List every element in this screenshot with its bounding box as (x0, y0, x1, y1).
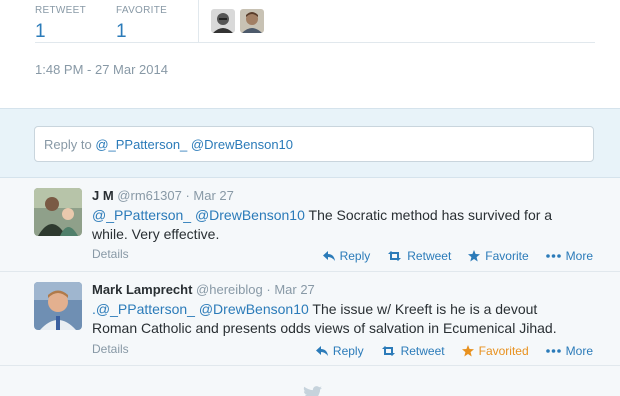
retweet-button[interactable]: Retweet (387, 249, 451, 263)
tweet-fullname[interactable]: Mark Lamprecht (92, 282, 192, 297)
retweet-button[interactable]: Retweet (381, 344, 445, 358)
reply-input[interactable]: Reply to @_PPatterson_ @DrewBenson10 (34, 126, 594, 162)
avatar[interactable] (211, 9, 235, 33)
reply-mention: @DrewBenson10 (190, 137, 294, 152)
reply-mention: @_PPatterson_ (95, 137, 188, 152)
retweet-label: Retweet (400, 344, 445, 358)
engager-avatars (211, 9, 264, 33)
favorite-label: Favorited (478, 344, 529, 358)
tweet-time[interactable]: Mar 27 (193, 188, 233, 203)
more-label: More (565, 344, 593, 358)
reply-tweet[interactable]: J M @rm61307 · Mar 27 @_PPatterson_ @Dre… (0, 178, 620, 272)
favorite-label: Favorite (485, 249, 529, 263)
tweet-mention[interactable]: @_PPatterson_ (96, 301, 195, 317)
tweet-fullname[interactable]: J M (92, 188, 114, 203)
tweet-handle[interactable]: @hereiblog (196, 282, 263, 297)
star-icon (468, 250, 481, 262)
tweet-header: J M @rm61307 · Mar 27 (92, 188, 234, 203)
details-link[interactable]: Details (92, 342, 129, 356)
tweet-handle[interactable]: @rm61307 (117, 188, 182, 203)
retweet-icon (381, 346, 395, 356)
tweet-text: .@_PPatterson_ @DrewBenson10 The issue w… (92, 300, 582, 338)
retweet-stat[interactable]: RETWEET 1 (35, 5, 86, 43)
favorite-count[interactable]: 1 (116, 21, 167, 43)
retweet-stat-label: RETWEET (35, 5, 86, 16)
more-label: More (565, 249, 593, 263)
avatar[interactable] (240, 9, 264, 33)
tweet-header: Mark Lamprecht @hereiblog · Mar 27 (92, 282, 315, 297)
reply-icon (322, 251, 335, 261)
divider (35, 42, 595, 43)
reply-label: Reply (332, 344, 364, 358)
retweet-label: Retweet (407, 249, 452, 263)
reply-label: Reply (339, 249, 371, 263)
retweet-count[interactable]: 1 (35, 21, 86, 43)
retweet-icon (388, 251, 402, 261)
conversation-footer (0, 366, 620, 396)
reply-tweet[interactable]: Mark Lamprecht @hereiblog · Mar 27 .@_PP… (0, 272, 620, 366)
separator: · (266, 282, 271, 297)
star-icon (461, 345, 474, 357)
more-button[interactable]: More (545, 249, 593, 263)
reply-button[interactable]: Reply (322, 249, 371, 263)
tweet-actions: Reply Retweet Favorite More (306, 249, 593, 263)
reply-button[interactable]: Reply (315, 344, 364, 358)
favorite-stat[interactable]: FAVORITE 1 (116, 5, 167, 43)
tweet-time[interactable]: Mar 27 (274, 282, 314, 297)
reply-area: Reply to @_PPatterson_ @DrewBenson10 (0, 108, 620, 178)
twitter-bird-icon (303, 386, 322, 396)
stats-divider (198, 0, 199, 42)
separator: · (185, 188, 190, 203)
avatar[interactable] (34, 188, 82, 236)
more-button[interactable]: More (545, 344, 593, 358)
favorite-button[interactable]: Favorited (461, 344, 529, 358)
tweet-actions: Reply Retweet Favorited More (299, 344, 593, 358)
tweet-timestamp[interactable]: 1:48 PM - 27 Mar 2014 (35, 62, 168, 77)
avatar[interactable] (34, 282, 82, 330)
details-link[interactable]: Details (92, 247, 129, 261)
tweet-mention[interactable]: @_PPatterson_ (92, 207, 191, 223)
tweet-stats: RETWEET 1 FAVORITE 1 1:48 PM - 27 Mar 20… (0, 0, 620, 108)
tweet-text: @_PPatterson_ @DrewBenson10 The Socratic… (92, 206, 582, 244)
favorite-button[interactable]: Favorite (468, 249, 529, 263)
favorite-stat-label: FAVORITE (116, 5, 168, 16)
reply-icon (315, 346, 328, 356)
tweet-mention[interactable]: @DrewBenson10 (195, 207, 305, 223)
more-dots-icon (545, 349, 561, 353)
more-dots-icon (545, 254, 561, 258)
tweet-mention[interactable]: @DrewBenson10 (199, 301, 309, 317)
reply-prefix: Reply to (44, 137, 96, 152)
